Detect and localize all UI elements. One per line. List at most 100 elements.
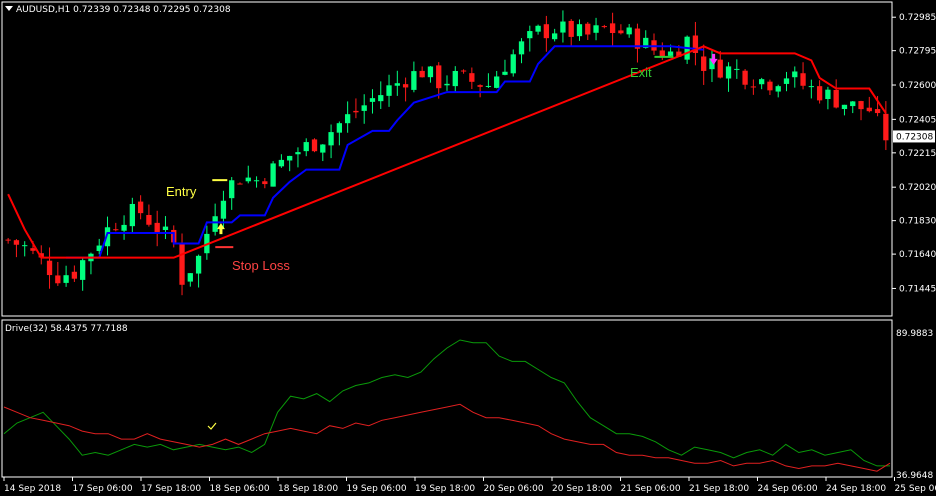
candle-body [187, 273, 193, 282]
candle-body [195, 255, 202, 274]
candle-body [527, 31, 533, 39]
candle-body [858, 101, 864, 110]
candle-body [717, 59, 723, 78]
time-tick-label: 19 Sep 18:00 [415, 484, 475, 494]
candle-body [229, 180, 235, 199]
price-tick-label: 0.71830 [899, 217, 936, 227]
candle-body [55, 275, 61, 284]
time-tick-label: 21 Sep 06:00 [621, 484, 681, 494]
candle-body [361, 105, 367, 111]
candle-body [13, 240, 20, 245]
candle-body [618, 30, 624, 34]
indicator-tick-label: 36.9648 [896, 471, 933, 481]
current-price-label: 0.72308 [896, 132, 933, 142]
candle-body [427, 66, 434, 78]
candle-body [411, 71, 417, 90]
entry-label: Entry [166, 184, 197, 199]
candle-body [609, 23, 616, 34]
candle-body [436, 65, 442, 89]
exit-label: Exit [630, 65, 652, 80]
candle-body [518, 41, 525, 55]
candle-body [494, 76, 500, 88]
price-tick-label: 0.72985 [899, 13, 936, 23]
candle-body [883, 113, 889, 141]
time-tick-label: 17 Sep 06:00 [73, 484, 133, 494]
time-tick-label: 18 Sep 18:00 [278, 484, 338, 494]
candle-body [137, 201, 144, 214]
time-tick-label: 20 Sep 06:00 [484, 484, 544, 494]
time-tick-label: 19 Sep 06:00 [347, 484, 407, 494]
candle-body [502, 71, 508, 75]
candle-body [121, 224, 127, 231]
candle-body [601, 26, 607, 28]
time-tick-label: 24 Sep 18:00 [826, 484, 886, 494]
candle-body [452, 70, 458, 87]
price-tick-label: 0.71445 [899, 284, 936, 294]
candle-body [353, 110, 359, 113]
time-tick-label: 24 Sep 06:00 [758, 484, 818, 494]
stoploss-label: Stop Loss [232, 258, 290, 273]
time-tick-label: 18 Sep 06:00 [210, 484, 270, 494]
candle-body [667, 51, 674, 56]
candle-body [734, 68, 740, 70]
candle-body [386, 85, 392, 96]
price-tick-label: 0.72795 [899, 47, 936, 57]
candle-body [154, 222, 160, 233]
candle-body [402, 84, 409, 88]
time-tick-label: 17 Sep 18:00 [141, 484, 201, 494]
price-tick-label: 0.72215 [899, 149, 936, 159]
candle-body [767, 81, 773, 91]
candle-body [378, 95, 384, 102]
candle-body [113, 229, 119, 231]
candle-body [253, 180, 260, 182]
candle-body [701, 56, 707, 71]
candle-body [874, 109, 881, 114]
candle-body [419, 70, 425, 78]
candle-body [775, 86, 781, 92]
candle-body [759, 79, 765, 85]
candle-body [626, 27, 632, 35]
candle-body [278, 159, 285, 167]
candle-body [510, 54, 516, 74]
candle-body [825, 89, 831, 100]
candle-body [146, 214, 152, 225]
candle-body [245, 177, 251, 182]
trading-chart: 0.72985 0.72795 0.72600 0.72405 0.72215 0.720… [0, 0, 936, 496]
candle-body [833, 89, 839, 108]
candle-body [270, 163, 276, 187]
candle-body [22, 245, 28, 247]
candle-body [816, 86, 823, 101]
candle-body [725, 66, 732, 79]
price-tick-label: 0.72600 [899, 81, 936, 91]
candle-body [336, 123, 343, 133]
candle-body [295, 152, 301, 155]
candle-body [328, 132, 334, 146]
candle-body [344, 114, 351, 124]
candle-body [792, 71, 798, 78]
candle-body [311, 139, 318, 152]
candle-body [841, 104, 848, 110]
price-tick-label: 0.72405 [899, 115, 936, 125]
price-tick-label: 0.72020 [899, 183, 936, 193]
candle-body [800, 73, 806, 86]
candle-body [394, 83, 400, 86]
symbol-header: AUDUSD,H1 0.72339 0.72348 0.72295 0.7230… [16, 5, 231, 15]
candle-body [850, 101, 856, 107]
time-tick-label: 14 Sep 2018 [4, 484, 61, 494]
candle-body [485, 85, 492, 87]
time-tick-label: 20 Sep 18:00 [552, 484, 612, 494]
candle-body [535, 25, 541, 32]
candle-body [179, 243, 185, 285]
candle-body [320, 144, 326, 153]
candle-body [444, 83, 450, 86]
candle-body [46, 260, 53, 276]
candle-body [576, 24, 583, 37]
candle-body [220, 200, 227, 219]
candle-body [237, 183, 243, 185]
candle-body [866, 107, 872, 112]
candle-body [808, 86, 814, 88]
price-tick-label: 0.71640 [899, 250, 936, 260]
candle-body [369, 98, 376, 102]
candle-body [71, 271, 78, 279]
indicator-header: Drive(32) 58.4375 77.7188 [5, 324, 128, 334]
